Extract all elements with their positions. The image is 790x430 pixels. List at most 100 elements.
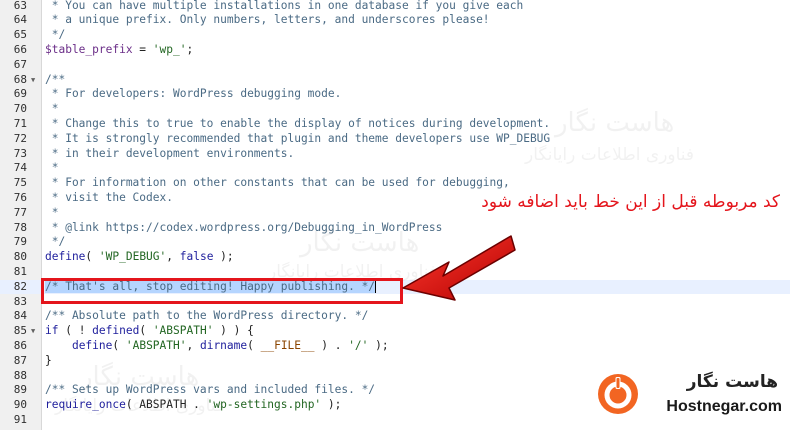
hostnegar-logo-icon	[598, 374, 638, 414]
line-number: 86	[13, 338, 27, 352]
code-text: * It is strongly recommended that plugin…	[45, 132, 550, 147]
highlight-box	[41, 278, 403, 304]
code-line[interactable]: 66 $table_prefix = 'wp_';	[0, 43, 790, 58]
code-line[interactable]: 68 ▼ /**	[0, 73, 790, 88]
code-line[interactable]: 63 * You can have multiple installations…	[0, 0, 790, 13]
code-token: * a unique prefix. Only numbers, letters…	[45, 13, 490, 27]
watermark-brand: هاست نگار	[80, 362, 200, 392]
code-token: dirname	[199, 338, 248, 352]
line-number: 77	[13, 205, 27, 219]
code-token: defined	[92, 324, 140, 338]
code-token: *	[45, 102, 59, 116]
code-text: * You can have multiple installations in…	[45, 0, 523, 13]
code-token: '/'	[348, 338, 369, 352]
fold-toggle-icon[interactable]: ▼	[31, 324, 35, 339]
line-number: 89	[13, 383, 27, 397]
line-number: 88	[13, 368, 27, 382]
code-token: * For information on other constants tha…	[45, 176, 510, 190]
code-token: __FILE__	[260, 338, 315, 352]
code-token: */	[45, 235, 66, 249]
code-token: ( !	[58, 324, 93, 338]
line-number: 69	[13, 87, 27, 101]
line-number: 71	[13, 116, 27, 130]
code-token: (	[139, 324, 153, 338]
code-token: }	[45, 353, 52, 367]
code-text: $table_prefix = 'wp_';	[45, 43, 193, 58]
code-token: /**	[45, 72, 66, 86]
line-number: 66	[13, 42, 27, 56]
code-token: (	[112, 338, 126, 352]
line-number: 83	[13, 294, 27, 308]
code-line[interactable]: 64 * a unique prefix. Only numbers, lett…	[0, 13, 790, 28]
code-text: define( 'ABSPATH', dirname( __FILE__ ) .…	[45, 339, 389, 354]
code-line[interactable]: 85 ▼ if ( ! defined( 'ABSPATH' ) ) {	[0, 324, 790, 339]
code-line[interactable]: 84 /** Absolute path to the WordPress dir…	[0, 309, 790, 324]
line-number: 74	[13, 161, 27, 175]
logo-brand-en: Hostnegar.com	[666, 398, 782, 415]
code-token: =	[132, 42, 153, 56]
code-token: * For developers: WordPress debugging mo…	[45, 87, 342, 101]
fold-toggle-icon[interactable]: ▼	[31, 73, 35, 88]
code-token: 'WP_DEBUG'	[98, 250, 167, 264]
code-token: 'ABSPATH'	[125, 338, 187, 352]
code-token: *	[45, 205, 59, 219]
line-number: 80	[13, 250, 27, 264]
code-token: * visit the Codex.	[45, 190, 173, 204]
line-number: 63	[13, 0, 27, 12]
code-token: (	[85, 250, 99, 264]
code-text: * in their development environments.	[45, 147, 294, 162]
code-token: (	[247, 338, 261, 352]
code-text: define( 'WP_DEBUG', false );	[45, 250, 234, 265]
code-token: ;	[186, 42, 194, 56]
line-number: 81	[13, 264, 27, 278]
code-token: ) .	[314, 338, 349, 352]
code-token: 'ABSPATH'	[152, 324, 214, 338]
line-number: 78	[13, 220, 27, 234]
code-token: );	[321, 398, 342, 412]
code-line[interactable]: 86 define( 'ABSPATH', dirname( __FILE__ …	[0, 339, 790, 354]
watermark-tagline: فناوری اطلاعات رایانگار	[55, 396, 225, 416]
line-number: 68	[13, 72, 27, 86]
line-number: 65	[13, 28, 27, 42]
code-token: *	[45, 161, 59, 175]
code-token: * in their development environments.	[45, 146, 295, 160]
line-number: 73	[13, 146, 27, 160]
code-token: if	[45, 324, 59, 338]
code-token: ,	[186, 338, 200, 352]
code-token: /** Absolute path to the WordPress direc…	[45, 309, 369, 323]
code-text: *	[45, 161, 59, 176]
red-arrow-icon	[402, 235, 516, 301]
code-text: * visit the Codex.	[45, 191, 173, 206]
code-token: define	[71, 338, 113, 352]
code-line[interactable]: 65 */	[0, 28, 790, 43]
logo-brand-fa: هاست نگار	[686, 372, 778, 392]
code-line[interactable]: 67	[0, 58, 790, 73]
code-text: * For developers: WordPress debugging mo…	[45, 87, 342, 102]
code-text: */	[45, 28, 65, 43]
code-token: 'wp_'	[152, 42, 187, 56]
line-number: 75	[13, 176, 27, 190]
code-token: ,	[166, 250, 180, 264]
code-text: *	[45, 205, 59, 221]
hostnegar-logo: هاست نگار Hostnegar.com	[596, 370, 786, 422]
code-text: * For information on other constants tha…	[45, 176, 510, 191]
code-token: );	[213, 250, 234, 264]
line-number: 79	[13, 235, 27, 249]
code-text: *	[45, 102, 59, 117]
code-token: $table_prefix	[45, 42, 133, 56]
code-text: if ( ! defined( 'ABSPATH' ) ) {	[45, 324, 254, 339]
code-token: * It is strongly recommended that plugin…	[45, 131, 551, 145]
code-text: * a unique prefix. Only numbers, letters…	[45, 13, 490, 28]
line-number: 84	[13, 309, 27, 323]
line-number: 70	[13, 102, 27, 116]
code-line[interactable]: 75 * For information on other constants …	[0, 176, 790, 191]
code-text: /**	[45, 73, 65, 88]
code-text: * Change this to true to enable the disp…	[45, 117, 550, 132]
code-token: ) ) {	[213, 324, 254, 338]
line-number: 72	[13, 131, 27, 145]
watermark-tagline: فناوری اطلاعات رایانگار	[525, 145, 695, 165]
line-number: 76	[13, 190, 27, 204]
code-token: define	[45, 250, 86, 264]
code-line[interactable]: 69 * For developers: WordPress debugging…	[0, 87, 790, 102]
